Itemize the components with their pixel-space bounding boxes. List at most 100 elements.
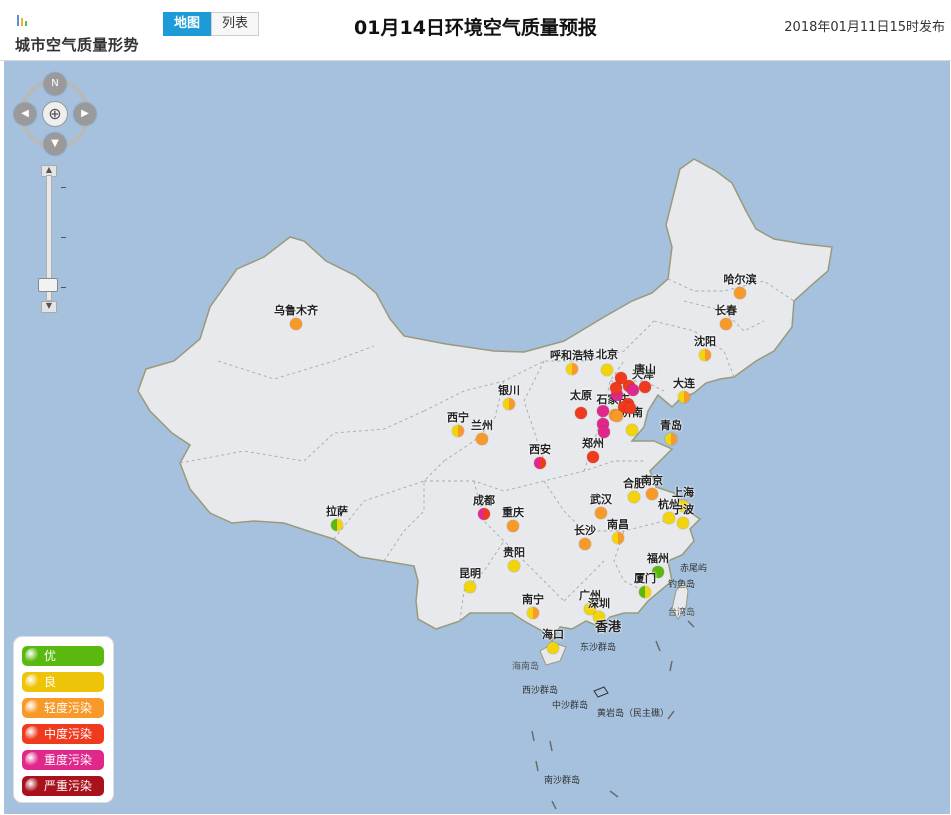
city-marker[interactable] [624, 402, 636, 414]
city-marker[interactable] [646, 488, 658, 500]
city-label: 武汉 [590, 493, 612, 506]
city-marker[interactable] [612, 532, 624, 544]
nansha-label: 南沙群岛 [544, 776, 581, 786]
zoom-tick [61, 287, 66, 288]
city-label: 北京 [596, 348, 618, 361]
city-marker[interactable] [628, 491, 640, 503]
city-label: 南京 [641, 474, 663, 487]
city-label: 太原 [570, 389, 592, 402]
city-marker[interactable] [627, 384, 639, 396]
north-label: N [51, 78, 59, 89]
city-marker[interactable] [478, 508, 490, 520]
city-label: 福州 [647, 552, 669, 565]
city-label: 呼和浩特 [550, 349, 594, 362]
city-label: 乌鲁木齐 [274, 304, 318, 317]
city-marker[interactable] [677, 517, 689, 529]
city-marker[interactable] [598, 426, 610, 438]
city-marker[interactable] [547, 642, 559, 654]
city-marker[interactable] [626, 424, 638, 436]
city-label: 重庆 [502, 506, 524, 519]
globe-icon[interactable]: ⊕ [42, 101, 68, 127]
legend-label: 严重污染 [44, 779, 93, 793]
city-label: 青岛 [660, 419, 682, 432]
city-label: 大连 [673, 377, 695, 390]
city-marker[interactable] [452, 425, 464, 437]
zoom-tick [61, 237, 66, 238]
city-label: 海口 [542, 628, 564, 641]
city-marker[interactable] [610, 382, 622, 394]
city-label: 西安 [529, 443, 551, 456]
map-view[interactable]: N ◀ ▶ ▼ ⊕ ▲ ▼ 乌鲁木齐 哈尔滨 长春 沈阳 呼和浩特 北京 天津 唐山 大连 银川太… [4, 61, 950, 814]
legend-label: 良 [44, 675, 57, 689]
city-label: 拉萨 [326, 505, 348, 518]
city-marker[interactable] [464, 581, 476, 593]
severe-dot-icon [25, 778, 41, 794]
pan-right-button[interactable]: ▶ [74, 103, 96, 125]
city-label: 深圳 [588, 597, 610, 610]
city-marker[interactable] [476, 433, 488, 445]
bar-chart-icon [17, 15, 27, 26]
header-bar: 城市空气质量形势 地图 列表 01月14日环境空气质量预报 2018年01月11… [0, 0, 951, 61]
view-tabs: 地图 列表 [163, 12, 260, 36]
city-marker[interactable] [601, 364, 613, 376]
city-label: 厦门 [634, 572, 656, 585]
legend-item-good[interactable]: 优 [22, 646, 104, 666]
city-marker[interactable] [575, 407, 587, 419]
zhongsha-label: 中沙群岛 [552, 701, 589, 711]
city-label: 唐山 [634, 363, 656, 376]
city-marker[interactable] [507, 520, 519, 532]
legend-item-severe[interactable]: 严重污染 [22, 776, 104, 796]
city-marker[interactable] [734, 287, 746, 299]
city-label: 南宁 [522, 593, 544, 606]
legend-item-fine[interactable]: 良 [22, 672, 104, 692]
city-label: 昆明 [459, 567, 481, 580]
moderate-dot-icon [25, 726, 41, 742]
fine-dot-icon [25, 674, 41, 690]
city-marker[interactable] [503, 398, 515, 410]
city-marker[interactable] [665, 433, 677, 445]
huangyan-label: 黄岩岛（民主礁） [597, 709, 670, 719]
city-marker[interactable] [639, 381, 651, 393]
city-marker[interactable] [290, 318, 302, 330]
city-marker[interactable] [678, 391, 690, 403]
tab-list[interactable]: 列表 [211, 12, 260, 36]
city-marker[interactable] [595, 507, 607, 519]
city-label: 成都 [473, 494, 495, 507]
zoom-handle[interactable] [38, 278, 58, 292]
city-marker[interactable] [527, 607, 539, 619]
hongkong-label: 香港 [594, 620, 622, 635]
legend-item-heavy[interactable]: 重度污染 [22, 750, 104, 770]
city-marker[interactable] [534, 457, 546, 469]
city-marker[interactable] [331, 519, 343, 531]
legend-label: 中度污染 [44, 727, 93, 741]
city-label: 长沙 [574, 524, 596, 537]
city-marker[interactable] [639, 586, 651, 598]
good-dot-icon [25, 648, 41, 664]
pan-north-button[interactable]: N [44, 73, 66, 95]
tab-map[interactable]: 地图 [163, 12, 212, 36]
chevron-down-icon: ▼ [45, 301, 53, 310]
zoom-control: ▲ ▼ [38, 165, 66, 313]
city-marker[interactable] [699, 349, 711, 361]
city-label: 西宁 [447, 411, 469, 424]
city-marker[interactable] [508, 560, 520, 572]
city-marker[interactable] [720, 318, 732, 330]
legend-item-light[interactable]: 轻度污染 [22, 698, 104, 718]
heavy-dot-icon [25, 752, 41, 768]
city-marker[interactable] [579, 538, 591, 550]
light-dot-icon [25, 700, 41, 716]
city-marker[interactable] [587, 451, 599, 463]
city-label: 沈阳 [694, 335, 716, 348]
pan-left-button[interactable]: ◀ [14, 103, 36, 125]
xisha-label: 西沙群岛 [522, 686, 559, 696]
chevron-left-icon: ◀ [21, 108, 29, 119]
city-marker[interactable] [566, 363, 578, 375]
hainan-label: 海南岛 [512, 662, 540, 672]
legend-item-moderate[interactable]: 中度污染 [22, 724, 104, 744]
zoom-out-button[interactable]: ▼ [41, 301, 57, 313]
pan-down-button[interactable]: ▼ [44, 133, 66, 155]
legend-label: 优 [44, 649, 57, 663]
taiwan-label: 台湾岛 [668, 608, 696, 618]
city-marker[interactable] [611, 410, 623, 422]
city-label: 南昌 [607, 518, 629, 531]
